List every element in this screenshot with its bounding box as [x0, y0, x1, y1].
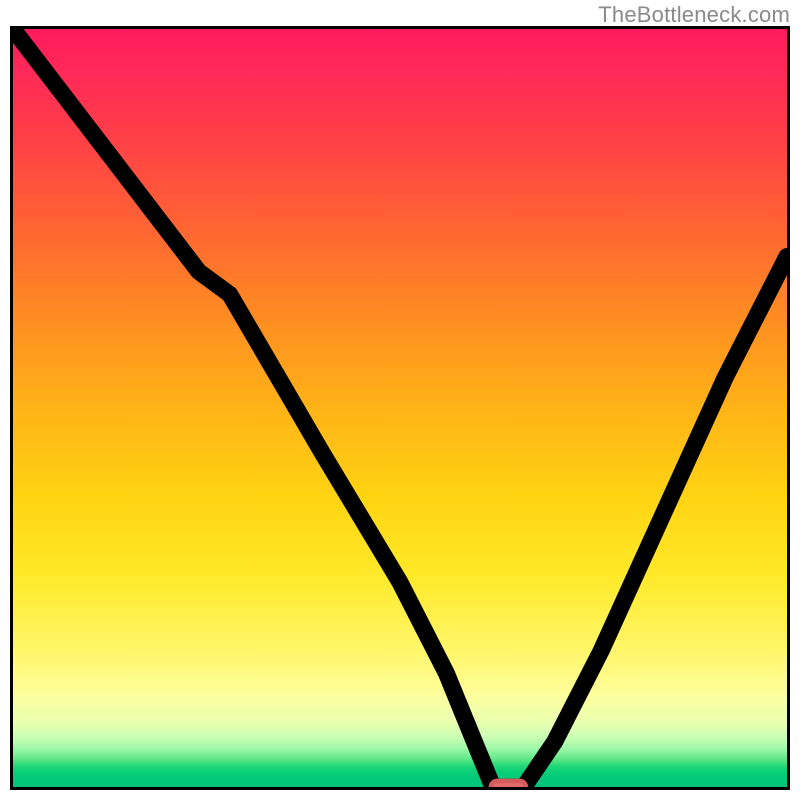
watermark-text: TheBottleneck.com: [598, 2, 790, 28]
optimal-marker: [491, 781, 526, 787]
chart-area: [13, 29, 787, 787]
bottleneck-curve: [13, 29, 787, 787]
curve-svg: [13, 29, 787, 787]
chart-border: [10, 26, 790, 790]
chart-frame: TheBottleneck.com: [0, 0, 800, 800]
